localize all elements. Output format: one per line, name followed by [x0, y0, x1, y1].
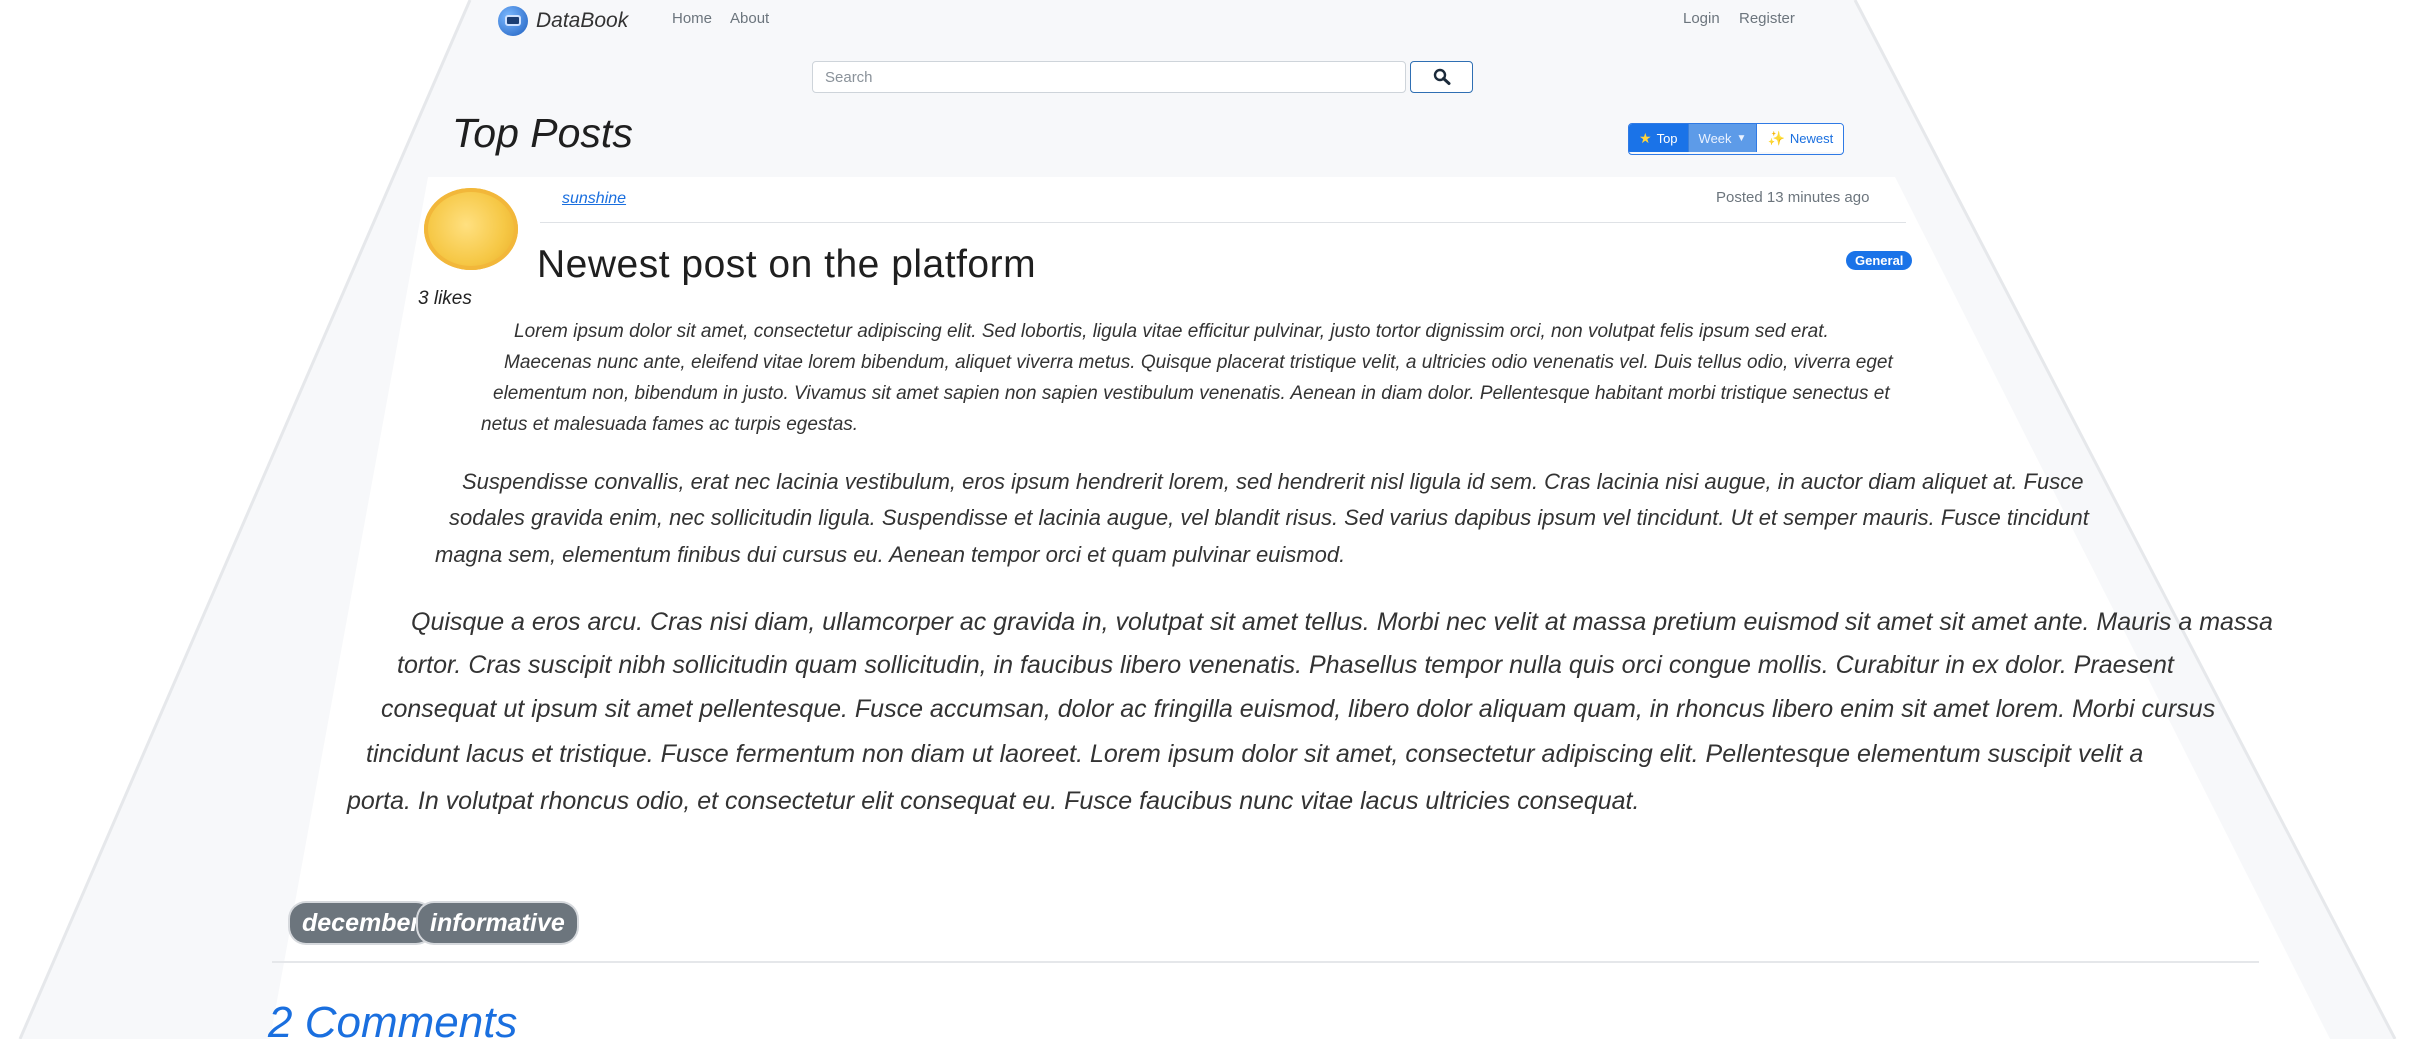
sort-period-dropdown[interactable]: Week ▼	[1687, 124, 1757, 152]
header-divider	[540, 222, 1906, 223]
tag-informative[interactable]: informative	[418, 903, 577, 943]
sparkle-icon: ✨	[1767, 129, 1785, 146]
paragraph-line: consequat ut ipsum sit amet pellentesque…	[381, 695, 2216, 723]
posted-time: Posted 13 minutes ago	[1716, 189, 1870, 206]
sun-avatar[interactable]	[424, 188, 518, 270]
search-button[interactable]	[1410, 61, 1473, 93]
nav-link-register[interactable]: Register	[1739, 10, 1795, 27]
paragraph-line: tincidunt lacus et tristique. Fusce ferm…	[366, 740, 2144, 768]
search-input[interactable]	[812, 61, 1406, 93]
paragraph-line: sodales gravida enim, nec sollicitudin l…	[449, 505, 2089, 530]
likes-count: 3 likes	[418, 288, 472, 309]
sort-period-label: Week	[1698, 130, 1732, 146]
chevron-down-icon: ▼	[1736, 132, 1747, 144]
paragraph-line: Quisque a eros arcu. Cras nisi diam, ull…	[411, 608, 2273, 636]
author-link[interactable]: sunshine	[562, 190, 626, 208]
brand-name: DataBook	[536, 9, 629, 32]
category-badge[interactable]: General	[1846, 251, 1913, 270]
sort-top-button[interactable]: ★ Top	[1629, 124, 1688, 152]
paragraph-line: elementum non, bibendum in justo. Vivamu…	[493, 383, 1890, 404]
nav-link-login[interactable]: Login	[1683, 10, 1720, 27]
paragraph-line: tortor. Cras suscipit nibh sollicitudin …	[397, 651, 2174, 679]
comments-heading: 2 Comments	[268, 998, 518, 1047]
databook-logo-icon	[498, 6, 528, 36]
tag-december[interactable]: december	[290, 903, 433, 943]
nav-link-home[interactable]: Home	[672, 10, 712, 27]
sort-newest-button[interactable]: ✨ Newest	[1756, 124, 1844, 152]
paragraph-line: Maecenas nunc ante, eleifend vitae lorem…	[504, 352, 1893, 373]
paragraph-line: Lorem ipsum dolor sit amet, consectetur …	[514, 321, 1829, 342]
sort-top-label: Top	[1656, 130, 1678, 146]
paragraph-line: netus et malesuada fames ac turpis egest…	[481, 414, 859, 435]
page-title: Top Posts	[452, 110, 633, 156]
sort-newest-label: Newest	[1789, 130, 1834, 146]
comments-divider	[272, 961, 2259, 963]
paragraph-line: porta. In volutpat rhoncus odio, et cons…	[347, 787, 1640, 815]
paragraph-line: Suspendisse convallis, erat nec lacinia …	[462, 469, 2084, 494]
search-icon	[1433, 68, 1450, 85]
post-title: Newest post on the platform	[537, 243, 1037, 286]
sort-button-group: ★ Top Week ▼ ✨ Newest	[1628, 123, 1845, 155]
brand[interactable]: DataBook	[498, 6, 628, 36]
paragraph-line: magna sem, elementum finibus dui cursus …	[435, 542, 1346, 567]
star-icon: ★	[1639, 129, 1652, 146]
nav-link-about[interactable]: About	[730, 10, 769, 27]
